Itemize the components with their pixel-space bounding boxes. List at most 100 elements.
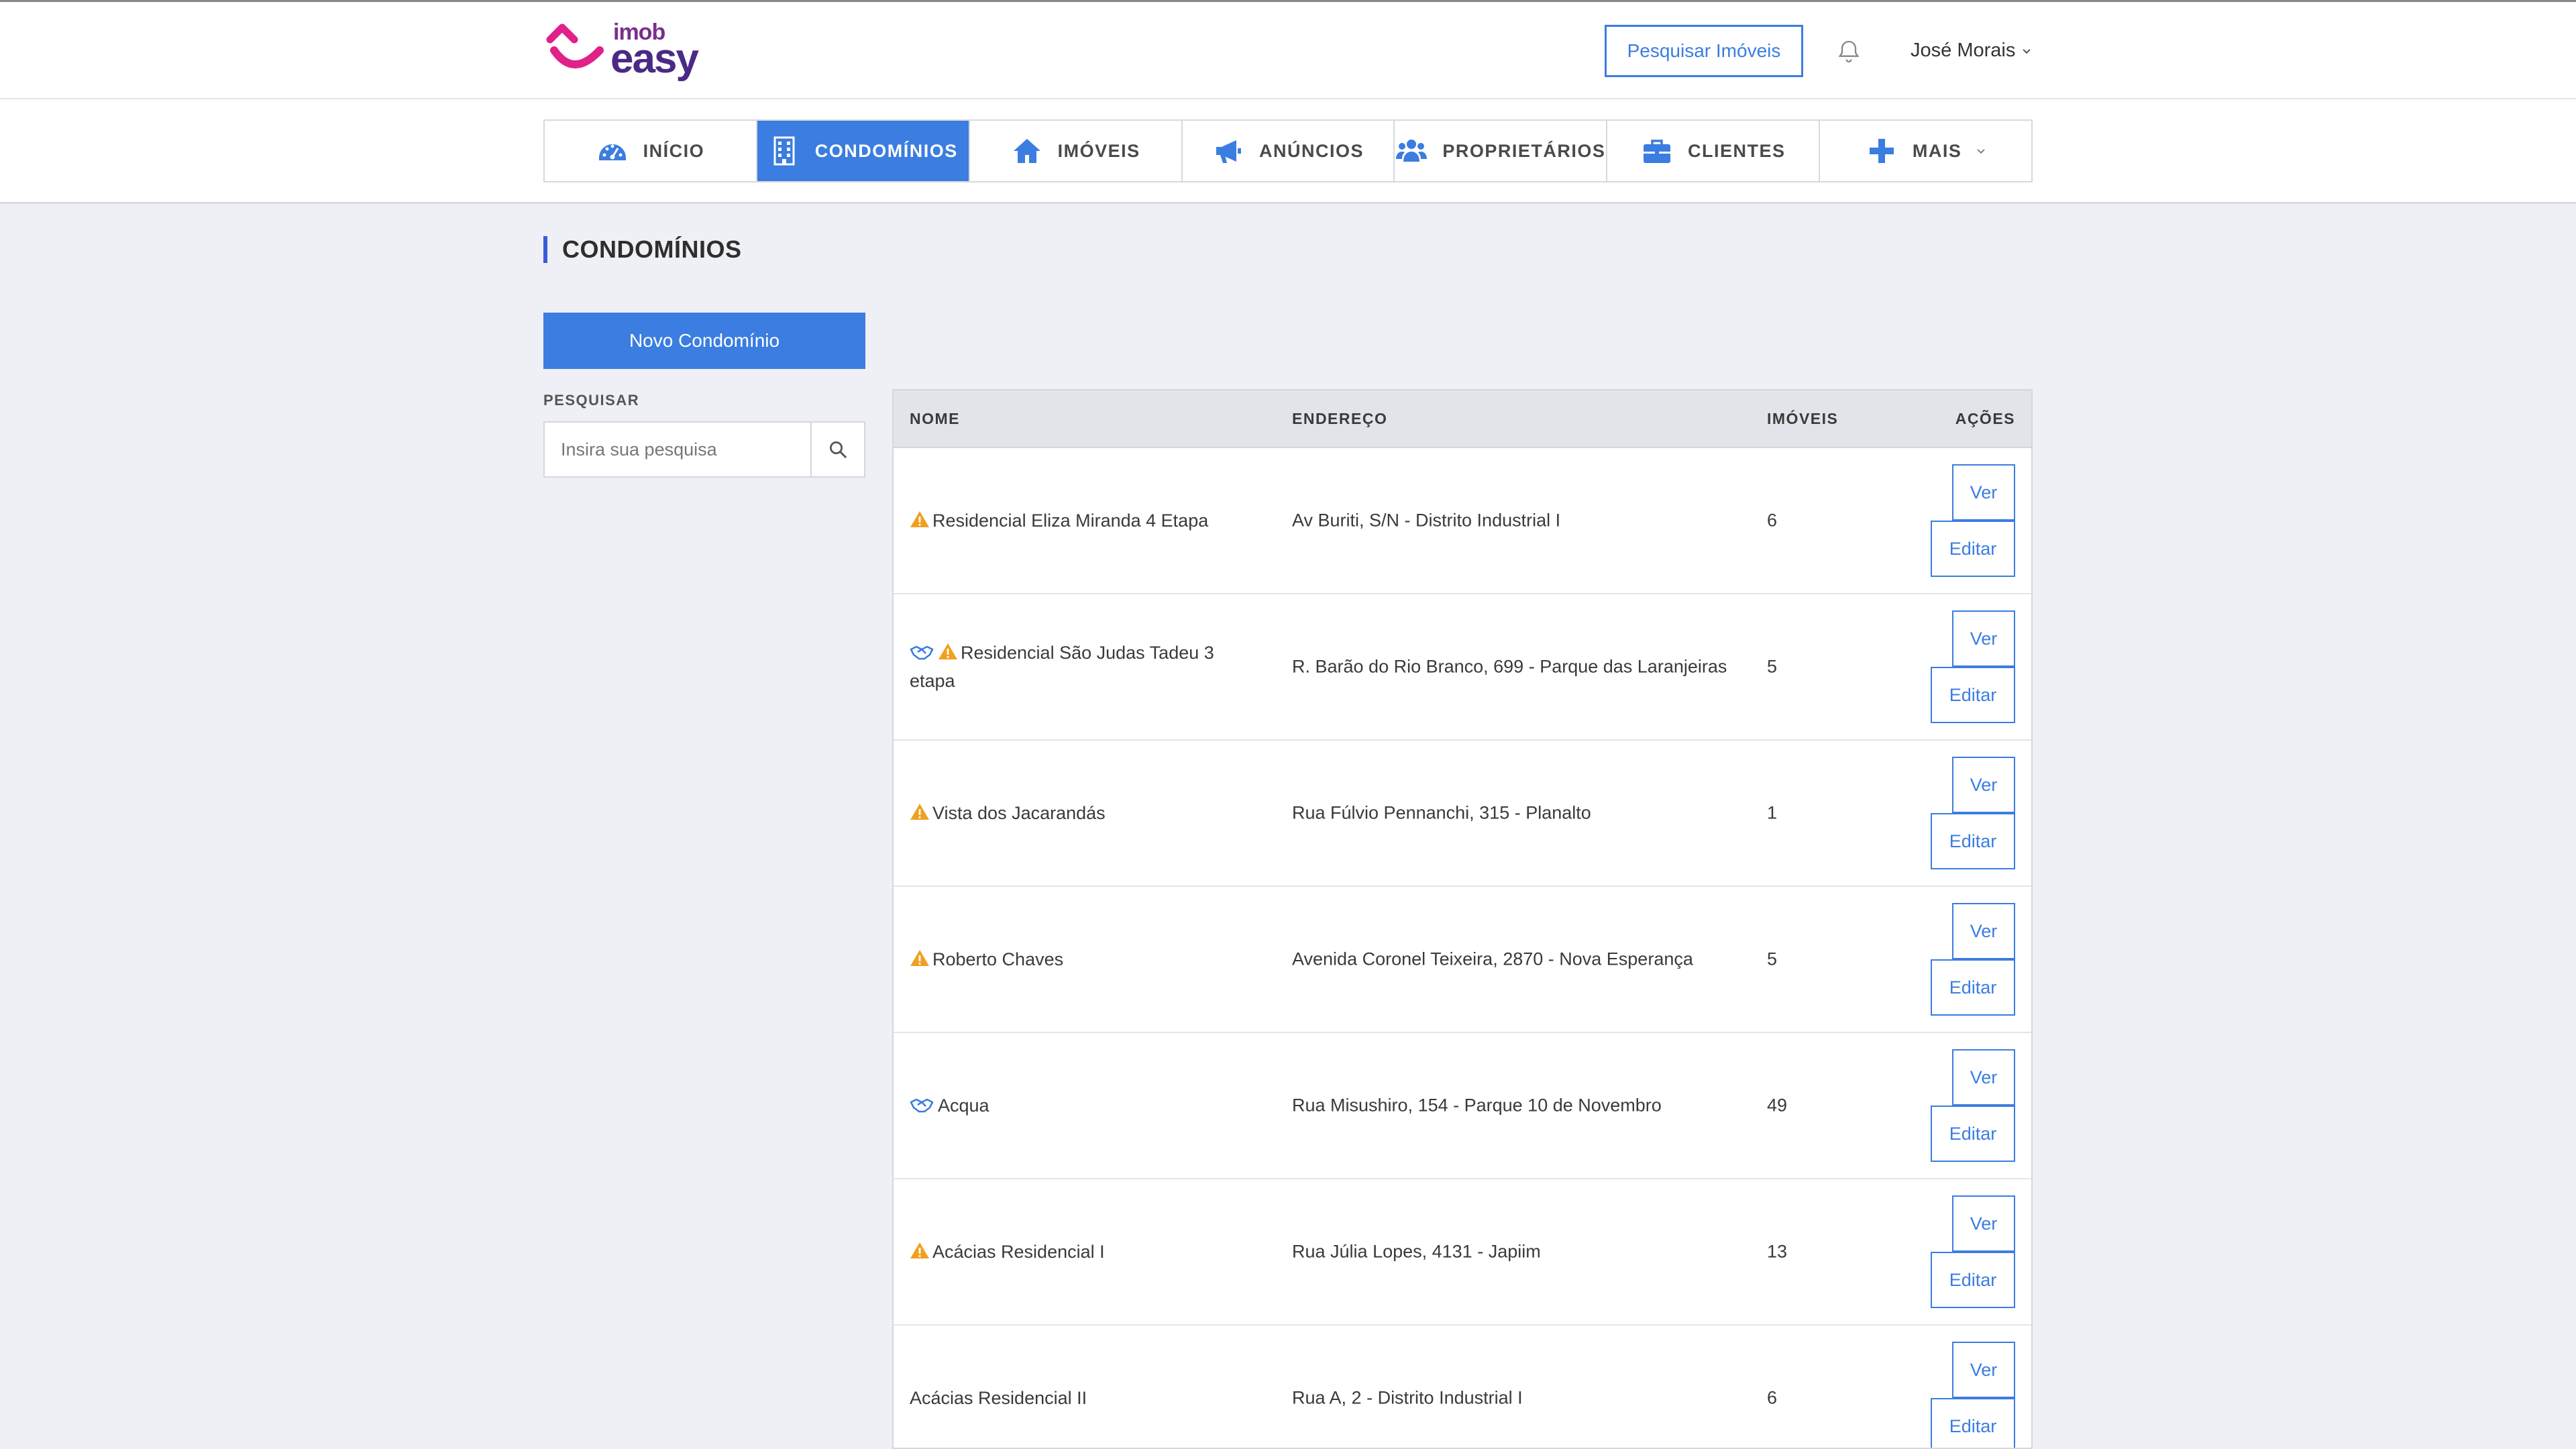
cell-nome: Acqua — [910, 1091, 1258, 1120]
chevron-down-icon — [2023, 48, 2031, 54]
header-nome[interactable]: NOME — [910, 410, 960, 428]
condominium-name: Acácias Residencial II — [910, 1388, 1087, 1408]
bell-icon[interactable] — [1835, 38, 1862, 65]
edit-button[interactable]: Editar — [1931, 1398, 2015, 1448]
nav-item-imoveis[interactable]: IMÓVEIS — [970, 121, 1183, 181]
nav-label-inicio: INÍCIO — [643, 140, 705, 161]
view-button[interactable]: Ver — [1952, 757, 2015, 813]
top-bar: imob easy Pesquisar Imóveis José Morais — [0, 0, 2576, 99]
cell-nome: Residencial São Judas Tadeu 3 etapa — [910, 639, 1258, 695]
cell-imoveis: 49 — [1767, 1095, 1788, 1116]
nav-label-clientes: CLIENTES — [1687, 140, 1786, 161]
view-button[interactable]: Ver — [1952, 1195, 2015, 1252]
cell-nome: Acácias Residencial I — [910, 1238, 1258, 1266]
cell-endereco: Rua A, 2 - Distrito Industrial I — [1292, 1387, 1523, 1408]
nav-item-clientes[interactable]: CLIENTES — [1607, 121, 1821, 181]
building-icon — [773, 136, 795, 166]
users-icon — [1396, 140, 1428, 162]
plus-icon — [1869, 139, 1894, 163]
edit-button[interactable]: Editar — [1931, 521, 2015, 577]
view-button[interactable]: Ver — [1952, 1342, 2015, 1398]
cell-endereco: Av Buriti, S/N - Distrito Industrial I — [1292, 510, 1561, 531]
table-row: Residencial São Judas Tadeu 3 etapa R. Ba… — [894, 594, 2031, 741]
search-box — [543, 421, 865, 478]
edit-button[interactable]: Editar — [1931, 1252, 2015, 1308]
search-properties-button[interactable]: Pesquisar Imóveis — [1605, 25, 1803, 77]
condominium-name: Roberto Chaves — [932, 949, 1064, 969]
condominiums-table: NOME ENDEREÇO IMÓVEIS AÇÕES Residencial … — [892, 389, 2033, 1449]
megaphone-icon — [1216, 140, 1241, 163]
warning-icon — [910, 804, 929, 820]
user-menu[interactable]: José Morais — [1911, 40, 2031, 62]
search-icon — [830, 441, 847, 458]
cell-imoveis: 13 — [1767, 1241, 1788, 1262]
nav-label-anuncios: ANÚNCIOS — [1259, 140, 1364, 161]
cell-nome: Vista dos Jacarandás — [910, 799, 1258, 827]
nav-item-anuncios[interactable]: ANÚNCIOS — [1183, 121, 1395, 181]
logo-text-easy: easy — [610, 36, 699, 82]
cell-endereco: Rua Júlia Lopes, 4131 - Japiim — [1292, 1241, 1541, 1262]
header-imoveis[interactable]: IMÓVEIS — [1767, 410, 1838, 428]
cell-endereco: Rua Misushiro, 154 - Parque 10 de Novemb… — [1292, 1095, 1662, 1116]
table-row: Roberto Chaves Avenida Coronel Teixeira, … — [894, 887, 2031, 1033]
warning-icon — [910, 1242, 929, 1258]
cell-imoveis: 5 — [1767, 949, 1778, 969]
table-row: Vista dos Jacarandás Rua Fúlvio Pennanchi… — [894, 741, 2031, 887]
table-row: Acqua Rua Misushiro, 154 - Parque 10 de N… — [894, 1033, 2031, 1179]
logo-mark-icon — [546, 23, 604, 68]
warning-icon — [938, 643, 957, 659]
briefcase-icon — [1643, 140, 1670, 163]
header-endereco[interactable]: ENDEREÇO — [1292, 410, 1387, 428]
cell-nome: Residencial Eliza Miranda 4 Etapa — [910, 506, 1258, 535]
cell-imoveis: 5 — [1767, 656, 1778, 677]
table-row: Residencial Eliza Miranda 4 Etapa Av Buri… — [894, 448, 2031, 594]
condominium-name: Vista dos Jacarandás — [932, 803, 1106, 823]
new-condominium-button[interactable]: Novo Condomínio — [543, 313, 865, 369]
warning-icon — [910, 511, 929, 527]
dashboard-icon — [598, 144, 626, 160]
cell-nome: Acácias Residencial II — [910, 1384, 1258, 1412]
edit-button[interactable]: Editar — [1931, 667, 2015, 723]
chevron-down-icon — [1977, 149, 1985, 154]
edit-button[interactable]: Editar — [1931, 1106, 2015, 1162]
nav-label-condominios: CONDOMÍNIOS — [814, 140, 958, 161]
view-button[interactable]: Ver — [1952, 464, 2015, 521]
table-row: Acácias Residencial II Rua A, 2 - Distrit… — [894, 1326, 2031, 1448]
search-button[interactable] — [810, 423, 864, 476]
imobeasy-logo[interactable]: imob easy — [543, 19, 704, 84]
nav-label-mais: MAIS — [1912, 140, 1962, 161]
condominium-name: Acácias Residencial I — [932, 1242, 1105, 1262]
cell-imoveis: 1 — [1767, 802, 1778, 823]
table-header: NOME ENDEREÇO IMÓVEIS AÇÕES — [894, 390, 2031, 448]
cell-endereco: Avenida Coronel Teixeira, 2870 - Nova Es… — [1292, 949, 1693, 969]
nav-item-proprietarios[interactable]: PROPRIETÁRIOS — [1395, 121, 1608, 181]
handshake-icon — [910, 1098, 934, 1113]
view-button[interactable]: Ver — [1952, 1049, 2015, 1106]
nav-item-condominios[interactable]: CONDOMÍNIOS — [757, 121, 970, 181]
nav-label-imoveis: IMÓVEIS — [1057, 140, 1140, 161]
main-nav: INÍCIO CONDOMÍNIOS IMÓVEIS ANÚNCIOS PROP… — [543, 119, 2033, 182]
view-button[interactable]: Ver — [1952, 903, 2015, 959]
table-row: Acácias Residencial I Rua Júlia Lopes, 41… — [894, 1179, 2031, 1326]
cell-endereco: R. Barão do Rio Branco, 699 - Parque das… — [1292, 656, 1727, 677]
nav-bar: INÍCIO CONDOMÍNIOS IMÓVEIS ANÚNCIOS PROP… — [0, 99, 2576, 204]
edit-button[interactable]: Editar — [1931, 959, 2015, 1016]
nav-item-inicio[interactable]: INÍCIO — [545, 121, 757, 181]
cell-imoveis: 6 — [1767, 1387, 1778, 1408]
cell-nome: Roberto Chaves — [910, 945, 1258, 973]
condominium-name: Acqua — [938, 1095, 989, 1116]
user-name: José Morais — [1911, 40, 2016, 61]
home-icon — [1013, 139, 1040, 163]
cell-endereco: Rua Fúlvio Pennanchi, 315 - Planalto — [1292, 802, 1591, 823]
handshake-icon — [910, 645, 934, 660]
search-input[interactable] — [545, 423, 810, 476]
page-title: CONDOMÍNIOS — [543, 236, 742, 263]
nav-label-proprietarios: PROPRIETÁRIOS — [1442, 140, 1606, 161]
search-label: PESQUISAR — [543, 392, 640, 409]
edit-button[interactable]: Editar — [1931, 813, 2015, 869]
condominium-name: Residencial Eliza Miranda 4 Etapa — [932, 511, 1209, 531]
nav-item-mais[interactable]: MAIS — [1820, 121, 2031, 181]
warning-icon — [910, 950, 929, 966]
cell-imoveis: 6 — [1767, 510, 1778, 531]
view-button[interactable]: Ver — [1952, 610, 2015, 667]
